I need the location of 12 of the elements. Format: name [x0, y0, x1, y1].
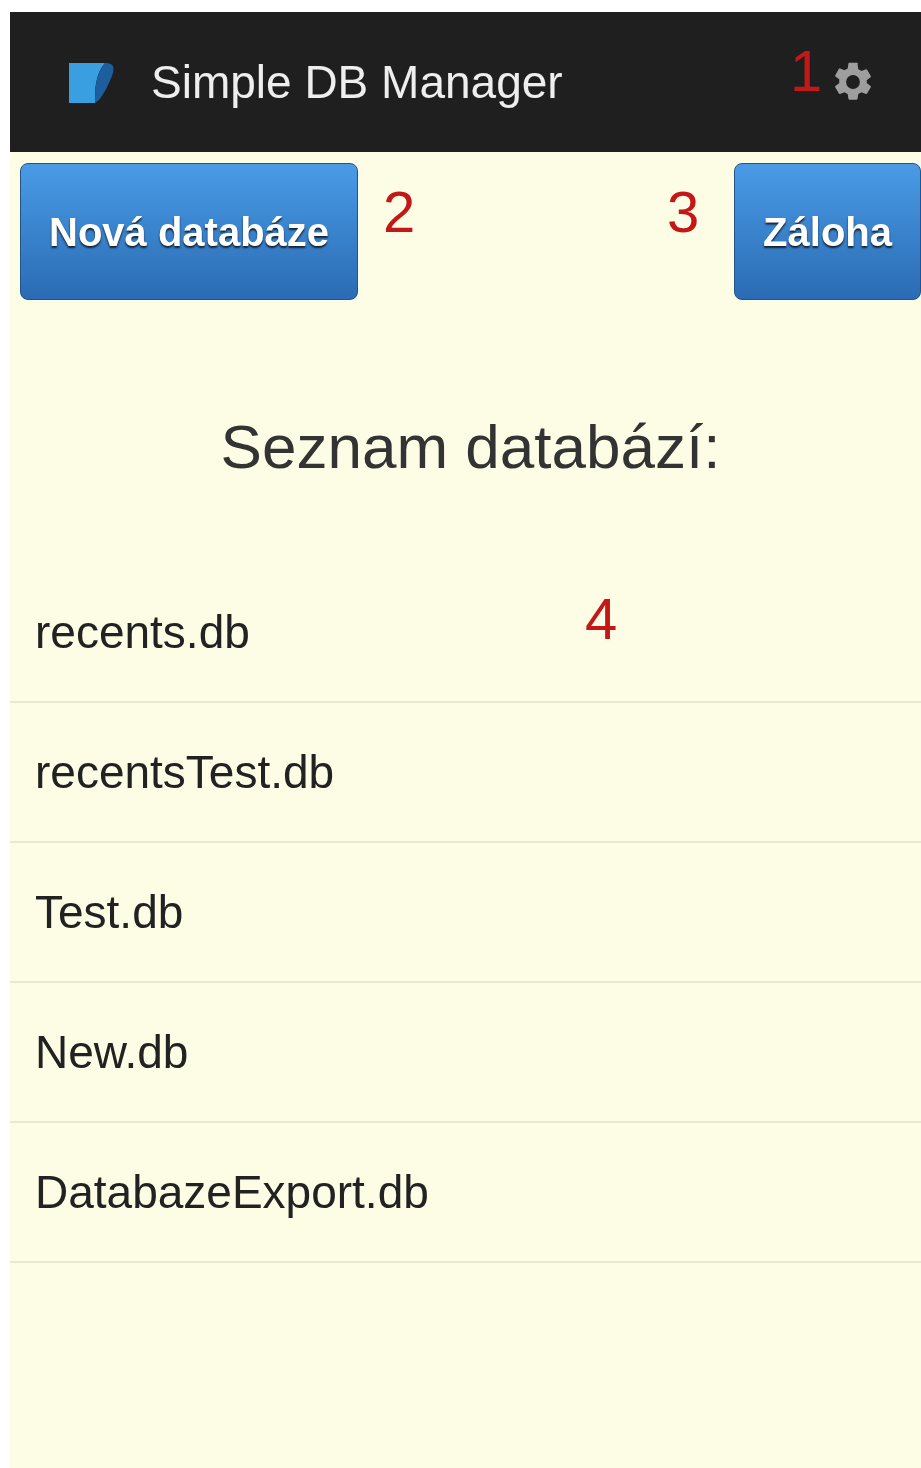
list-heading: Seznam databází:: [219, 411, 722, 483]
app-title: Simple DB Manager: [151, 54, 564, 110]
annotation-number: 2: [383, 183, 416, 241]
database-list-item[interactable]: DatabazeExport.db: [10, 1123, 921, 1263]
database-list-item[interactable]: Test.db: [10, 843, 921, 983]
database-list-item[interactable]: New.db: [10, 983, 921, 1123]
annotation-number: 1: [790, 42, 823, 100]
annotation-number: 3: [667, 183, 700, 241]
new-database-button[interactable]: Nová databáze: [20, 163, 359, 300]
annotation-number: 4: [585, 590, 618, 648]
backup-button[interactable]: Záloha: [734, 163, 921, 300]
database-list-item[interactable]: recentsTest.db: [10, 703, 921, 843]
